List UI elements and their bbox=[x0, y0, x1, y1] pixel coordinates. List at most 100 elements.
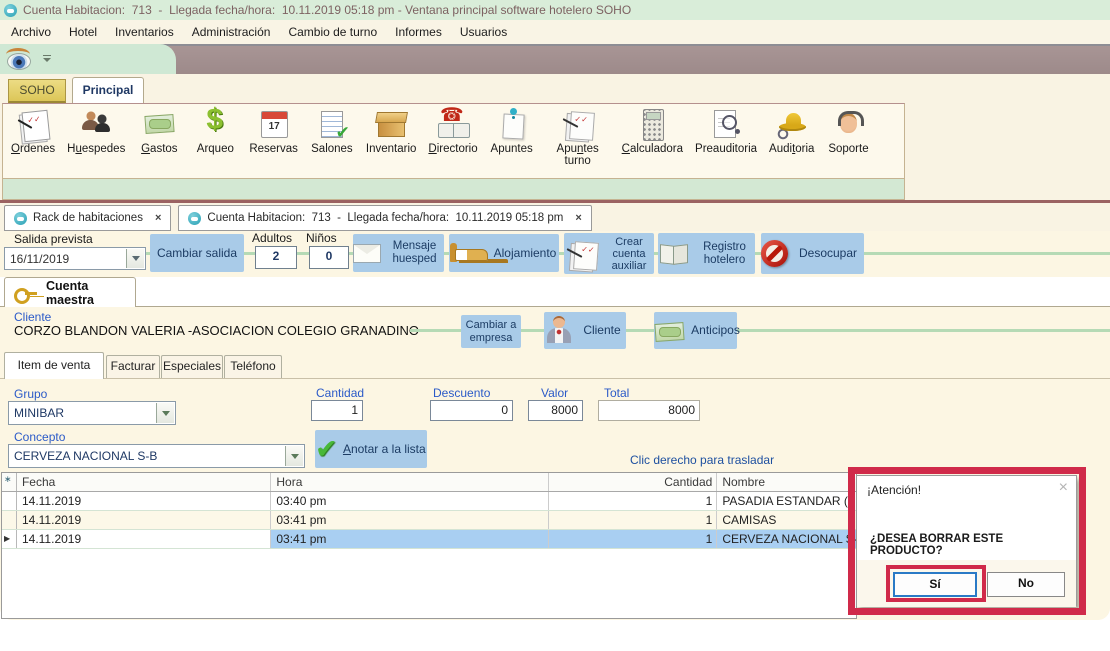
grid-cell[interactable]: 1 bbox=[549, 530, 718, 548]
grid-column-header-fecha[interactable]: Fecha bbox=[17, 473, 271, 491]
grid-column-header-nombre[interactable]: Nombre bbox=[717, 473, 856, 491]
no-button[interactable]: No bbox=[987, 572, 1065, 597]
ninos-input[interactable]: 0 bbox=[309, 246, 349, 269]
tab-especiales[interactable]: Especiales bbox=[161, 355, 223, 378]
yes-button[interactable]: Sí bbox=[893, 572, 977, 597]
grid-cell[interactable]: 14.11.2019 bbox=[17, 492, 271, 510]
grid-cell[interactable]: 03:40 pm bbox=[271, 492, 548, 510]
grupo-combobox[interactable]: MINIBAR bbox=[8, 401, 176, 425]
toolbar-button-huespedes[interactable]: Huespedes bbox=[61, 108, 131, 155]
tab-cuenta-maestra[interactable]: Cuenta maestra bbox=[4, 277, 136, 307]
menu-item-hotel[interactable]: Hotel bbox=[60, 25, 106, 39]
cuenta-maestra-label: Cuenta maestra bbox=[46, 279, 135, 307]
cambiar-a-empresa-button[interactable]: Cambiar a empresa bbox=[461, 315, 521, 348]
close-icon[interactable]: × bbox=[575, 212, 581, 224]
grid-cell[interactable]: PASADIA ESTANDAR (T bbox=[717, 492, 856, 510]
ribbon-tab-soho[interactable]: SOHO bbox=[8, 79, 66, 103]
grid-cell[interactable]: CERVEZA NACIONAL S-B bbox=[717, 530, 856, 548]
desocupar-button[interactable]: Desocupar bbox=[761, 233, 864, 274]
ribbon-tab-principal[interactable]: Principal bbox=[72, 77, 144, 103]
tab-facturar[interactable]: Facturar bbox=[106, 355, 160, 378]
support-icon bbox=[830, 108, 866, 140]
cliente-button[interactable]: Cliente bbox=[544, 312, 626, 349]
toolbar-button-arqueo[interactable]: Arqueo bbox=[187, 108, 243, 155]
toolbar-button-label: Calculadora bbox=[622, 143, 683, 155]
anticipos-button[interactable]: Anticipos bbox=[654, 312, 737, 349]
toolbar-button-label: Reservas bbox=[249, 143, 298, 155]
salida-date-value: 16/11/2019 bbox=[10, 252, 69, 266]
toolbar-button-inventario[interactable]: Inventario bbox=[360, 108, 423, 155]
toolbar-button-gastos[interactable]: Gastos bbox=[131, 108, 187, 155]
grid-row-selector: ▶ bbox=[2, 530, 17, 548]
anticipos-label: Anticipos bbox=[691, 324, 740, 337]
menu-item-cambio-de-turno[interactable]: Cambio de turno bbox=[279, 25, 386, 39]
document-tab-label: Cuenta Habitacion: 713 - Llegada fecha/h… bbox=[207, 212, 563, 224]
grid-cell[interactable]: CAMISAS bbox=[717, 511, 856, 529]
grid-selector-header: ∗ bbox=[2, 473, 17, 491]
confirm-dialog: ¡Atención! × ¿DESEA BORRAR ESTE PRODUCTO… bbox=[856, 475, 1077, 606]
toolbar-button-auditoria[interactable]: Auditoria bbox=[763, 108, 820, 155]
grid-cell[interactable]: 14.11.2019 bbox=[17, 511, 271, 529]
grid-cell[interactable]: 1 bbox=[549, 511, 718, 529]
qat-dropdown-icon[interactable] bbox=[42, 55, 53, 64]
mensaje-huesped-button[interactable]: Mensaje huesped bbox=[353, 234, 444, 272]
toolbar-button-label: Salones bbox=[311, 143, 353, 155]
window-titlebar: Cuenta Habitacion: 713 - Llegada fecha/h… bbox=[0, 0, 1110, 20]
menu-item-informes[interactable]: Informes bbox=[386, 25, 451, 39]
orders-icon bbox=[15, 108, 51, 140]
toolbar-button-reservas[interactable]: Reservas bbox=[243, 108, 304, 155]
descuento-input[interactable]: 0 bbox=[430, 400, 513, 421]
menu-item-usuarios[interactable]: Usuarios bbox=[451, 25, 516, 39]
grid-column-header-cantidad[interactable]: Cantidad bbox=[549, 473, 718, 491]
sales-grid[interactable]: ∗FechaHoraCantidadNombre14.11.201903:40 … bbox=[1, 472, 857, 619]
inventory-icon bbox=[373, 108, 409, 140]
chevron-down-icon[interactable] bbox=[285, 446, 303, 466]
toolbar-button-preauditoria[interactable]: Preauditoria bbox=[689, 108, 763, 155]
adultos-input[interactable]: 2 bbox=[255, 246, 297, 269]
tab-telefono[interactable]: Teléfono bbox=[224, 355, 282, 378]
grid-header-row: ∗FechaHoraCantidadNombre bbox=[2, 473, 856, 492]
total-input: 8000 bbox=[598, 400, 700, 421]
toolbar-button-directorio[interactable]: Directorio bbox=[422, 108, 483, 155]
menu-item-inventarios[interactable]: Inventarios bbox=[106, 25, 183, 39]
key-icon bbox=[13, 285, 39, 301]
table-row[interactable]: 14.11.201903:41 pm1CAMISAS bbox=[2, 511, 856, 530]
chevron-down-icon[interactable] bbox=[126, 249, 144, 268]
money-bills-icon bbox=[651, 316, 687, 346]
soho-tab-icon bbox=[188, 212, 201, 225]
close-icon[interactable]: × bbox=[1059, 479, 1068, 497]
toolbar-button-apuntes-turno[interactable]: Apuntes turno bbox=[540, 108, 616, 167]
menu-item-administracion[interactable]: Administración bbox=[183, 25, 280, 39]
toolbar-button-label: Inventario bbox=[366, 143, 417, 155]
salida-date-combobox[interactable]: 16/11/2019 bbox=[4, 247, 146, 270]
document-tab-strip: Rack de habitaciones× Cuenta Habitacion: … bbox=[0, 203, 1110, 231]
crear-cuenta-auxiliar-button[interactable]: Crear cuenta auxiliar bbox=[564, 233, 654, 274]
grid-cell[interactable]: 03:41 pm bbox=[271, 530, 548, 548]
eye-icon[interactable] bbox=[6, 48, 32, 70]
cantidad-input[interactable]: 1 bbox=[311, 400, 363, 421]
chevron-down-icon[interactable] bbox=[156, 403, 174, 423]
grid-column-header-hora[interactable]: Hora bbox=[271, 473, 548, 491]
table-row[interactable]: 14.11.201903:40 pm1PASADIA ESTANDAR (T bbox=[2, 492, 856, 511]
menu-item-archivo[interactable]: Archivo bbox=[2, 25, 60, 39]
toolbar-button-apuntes[interactable]: Apuntes bbox=[484, 108, 540, 155]
valor-input[interactable]: 8000 bbox=[528, 400, 583, 421]
anotar-a-la-lista-button[interactable]: ✔ Anotar a la lista bbox=[315, 430, 427, 468]
grid-cell[interactable]: 14.11.2019 bbox=[17, 530, 271, 548]
alojamiento-button[interactable]: Alojamiento bbox=[449, 234, 559, 272]
registro-hotelero-button[interactable]: Registro hotelero bbox=[658, 233, 755, 274]
document-tab-rack[interactable]: Rack de habitaciones× bbox=[4, 205, 171, 231]
toolbar-button-ordenes[interactable]: Ordenes bbox=[5, 108, 61, 155]
grid-cell[interactable]: 03:41 pm bbox=[271, 511, 548, 529]
document-tab-cuenta[interactable]: Cuenta Habitacion: 713 - Llegada fecha/h… bbox=[178, 205, 591, 231]
tab-item-de-venta[interactable]: Item de venta bbox=[4, 352, 104, 379]
grid-cell[interactable]: 1 bbox=[549, 492, 718, 510]
cambiar-salida-button[interactable]: Cambiar salida bbox=[150, 234, 244, 272]
close-icon[interactable]: × bbox=[155, 212, 161, 224]
toolbar-button-soporte[interactable]: Soporte bbox=[820, 108, 876, 155]
table-row[interactable]: ▶14.11.201903:41 pm1CERVEZA NACIONAL S-B bbox=[2, 530, 856, 549]
toolbar-button-salones[interactable]: Salones bbox=[304, 108, 360, 155]
concepto-combobox[interactable]: CERVEZA NACIONAL S-B bbox=[8, 444, 305, 468]
toolbar-button-calculadora[interactable]: Calculadora bbox=[616, 108, 689, 155]
note-pencil-icon bbox=[564, 238, 600, 270]
